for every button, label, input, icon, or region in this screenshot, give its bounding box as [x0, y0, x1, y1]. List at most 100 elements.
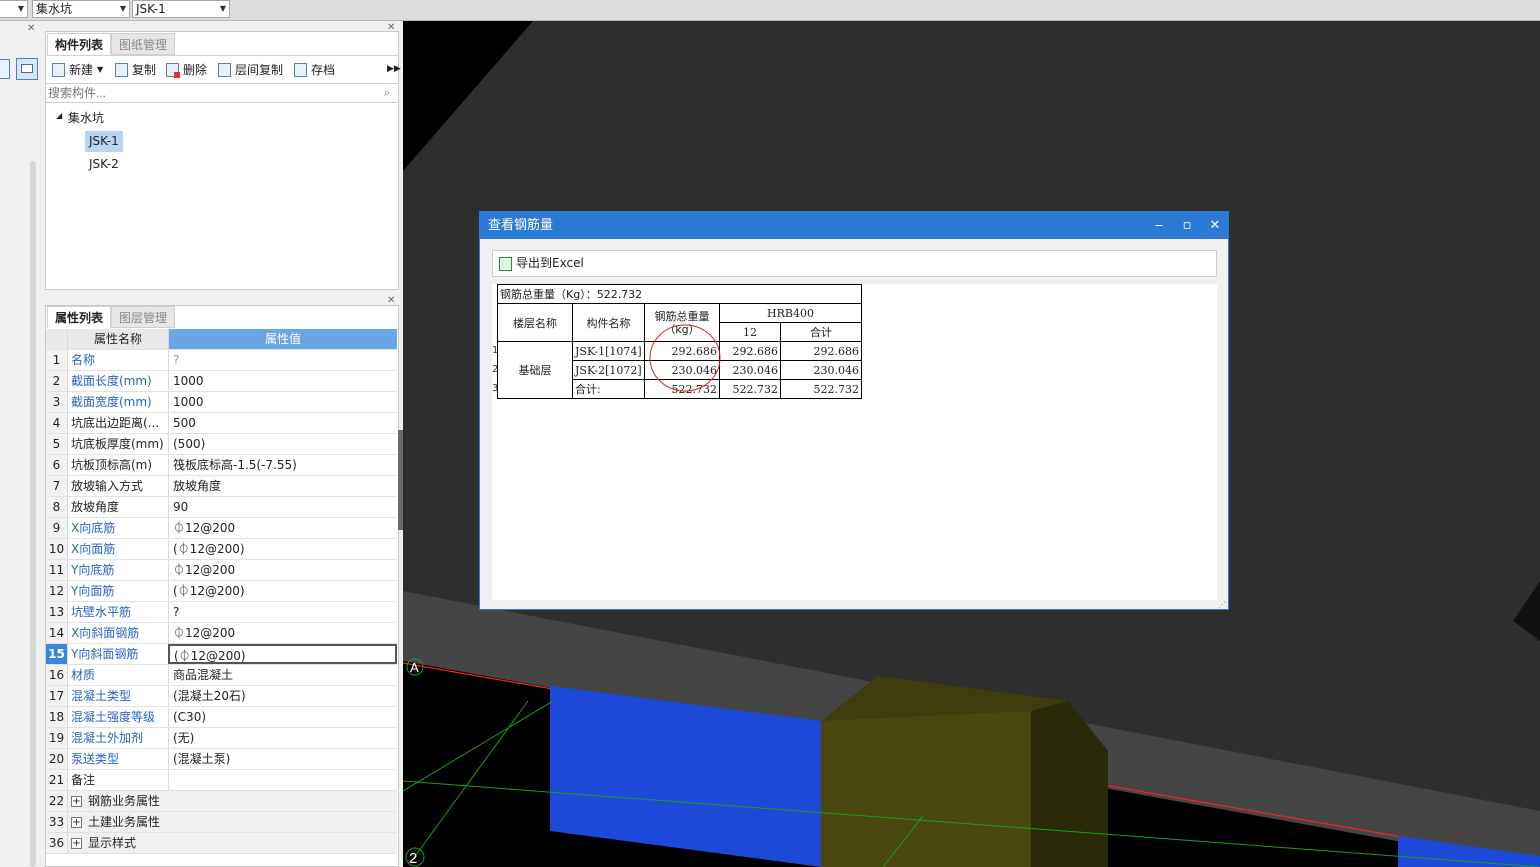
floor-copy-button[interactable]: 层间复制 — [218, 61, 283, 79]
expand-plus-icon[interactable]: + — [71, 817, 82, 828]
property-row[interactable]: 14 X向斜面钢筋 ⏀12@200 — [46, 623, 397, 644]
form-view-icon[interactable] — [16, 58, 38, 80]
new-button[interactable]: 新建 ▼ — [52, 61, 103, 79]
row-number: 16 — [46, 665, 68, 685]
row-number: 4 — [46, 413, 68, 433]
property-group-row[interactable]: 22 + 钢筋业务属性 — [46, 791, 397, 812]
d12-cell: 292.686 — [719, 341, 781, 361]
property-row[interactable]: 8 放坡角度 90 — [46, 497, 397, 518]
expand-icon[interactable]: ◢ — [56, 111, 62, 120]
property-value[interactable]: (C30) — [168, 707, 397, 727]
close-icon[interactable]: ✕ — [27, 23, 35, 34]
floor-combo[interactable]: ▼ — [0, 0, 28, 18]
property-value[interactable]: (⏀12@200) — [168, 539, 397, 559]
property-row[interactable]: 5 坑底板厚度(mm) (500) — [46, 434, 397, 455]
property-row[interactable]: 21 备注 — [46, 770, 397, 791]
component-cell: JSK-1[1074] — [572, 341, 645, 361]
property-group-row[interactable]: 36 + 显示样式 — [46, 833, 397, 854]
property-value[interactable]: 1000 — [168, 371, 397, 391]
tree-item-jsk-1[interactable]: JSK-1 — [85, 131, 123, 152]
tree-root[interactable]: 集水坑 — [68, 109, 104, 126]
row-number: 20 — [46, 749, 68, 769]
property-value[interactable]: 1000 — [168, 392, 397, 412]
component-combo[interactable]: JSK-1 ▼ — [132, 0, 230, 18]
property-value[interactable]: (混凝土泵) — [168, 749, 397, 769]
property-row[interactable]: 18 混凝土强度等级 (C30) — [46, 707, 397, 728]
property-value[interactable]: (混凝土20石) — [168, 686, 397, 706]
property-row[interactable]: 13 坑壁水平筋? — [46, 602, 397, 623]
list-view-icon[interactable] — [0, 59, 10, 79]
property-value[interactable]: (500) — [168, 434, 397, 454]
search-input[interactable] — [46, 84, 366, 102]
close-button[interactable]: ✕ — [1202, 212, 1228, 239]
row-number: 5 — [46, 434, 68, 454]
axis-label-a: A — [410, 660, 419, 675]
row-number: 1 — [46, 350, 68, 370]
property-value[interactable] — [168, 770, 397, 790]
property-row[interactable]: 16 材质 商品混凝土 — [46, 665, 397, 686]
archive-icon — [294, 63, 307, 77]
tree-item-jsk-2[interactable]: JSK-2 — [89, 157, 119, 171]
tab-property-list[interactable]: 属性列表 — [47, 306, 112, 328]
property-row[interactable]: 20 泵送类型 (混凝土泵) — [46, 749, 397, 770]
property-row[interactable]: 7 放坡输入方式 放坡角度 — [46, 476, 397, 497]
property-group-row[interactable]: 33 + 土建业务属性 — [46, 812, 397, 833]
property-value[interactable]: ? — [168, 350, 397, 370]
row-number: 10 — [46, 539, 68, 559]
property-value[interactable]: 商品混凝土 — [168, 665, 397, 685]
property-row[interactable]: 3 截面宽度(mm) 1000 — [46, 392, 397, 413]
property-value[interactable]: (⏀12@200) — [168, 644, 397, 664]
property-row[interactable]: 10 X向面筋 (⏀12@200) — [46, 539, 397, 560]
dialog-title: 查看钢筋量 — [480, 212, 1228, 239]
sum-cell: 292.686 — [780, 341, 862, 361]
splitter-handle[interactable] — [398, 430, 403, 530]
export-excel-button[interactable]: 导出到Excel — [492, 250, 1217, 277]
row-number: 36 — [46, 833, 68, 853]
tab-component-list[interactable]: 构件列表 — [47, 33, 112, 55]
property-row[interactable]: 12 Y向面筋 (⏀12@200) — [46, 581, 397, 602]
property-row[interactable]: 6 坑板顶标高(m) 筏板底标高-1.5(-7.55) — [46, 455, 397, 476]
close-icon[interactable]: ✕ — [387, 295, 395, 306]
property-row[interactable]: 15 Y向斜面钢筋 (⏀12@200) — [46, 644, 397, 665]
property-value[interactable]: (无) — [168, 728, 397, 748]
group-label: 钢筋业务属性 — [88, 794, 161, 808]
copy-button[interactable]: 复制 — [115, 61, 156, 79]
property-value[interactable]: 500 — [168, 413, 397, 433]
expand-plus-icon[interactable]: + — [71, 796, 82, 807]
property-row[interactable]: 1 名称? — [46, 350, 397, 371]
property-value[interactable]: ⏀12@200 — [168, 623, 397, 643]
chevron-down-icon: ▼ — [219, 4, 226, 13]
search-box[interactable]: ⌕ — [46, 83, 398, 103]
property-row[interactable]: 11 Y向底筋 ⏀12@200 — [46, 560, 397, 581]
more-icon[interactable]: ▶▶ — [387, 64, 401, 74]
floor-name-header: 楼层名称 — [497, 303, 573, 342]
expand-plus-icon[interactable]: + — [71, 838, 82, 849]
search-icon[interactable]: ⌕ — [384, 86, 390, 100]
property-row[interactable]: 9 X向底筋 ⏀12@200 — [46, 518, 397, 539]
scrollbar[interactable] — [30, 161, 36, 867]
type-combo[interactable]: 集水坑 ▼ — [32, 0, 130, 18]
property-row[interactable]: 4 坑底出边距离(... 500 — [46, 413, 397, 434]
maximize-button[interactable]: ▫ — [1174, 212, 1200, 239]
property-row[interactable]: 17 混凝土类型 (混凝土20石) — [46, 686, 397, 707]
tab-layer-management[interactable]: 图层管理 — [111, 306, 176, 328]
property-value[interactable]: ⏀12@200 — [168, 518, 397, 538]
resize-grip-icon[interactable]: ⋰ — [1218, 600, 1226, 609]
property-value[interactable]: ⏀12@200 — [168, 560, 397, 580]
row-number: 19 — [46, 728, 68, 748]
property-value[interactable]: 放坡角度 — [168, 476, 397, 496]
excel-icon — [499, 256, 512, 271]
property-row[interactable]: 19 混凝土外加剂 (无) — [46, 728, 397, 749]
property-row[interactable]: 2 截面长度(mm) 1000 — [46, 371, 397, 392]
delete-button[interactable]: 删除 — [166, 61, 207, 79]
archive-button[interactable]: 存档 — [294, 61, 335, 79]
floor-cell: 基础层 — [497, 341, 573, 399]
tab-drawing-management[interactable]: 图纸管理 — [111, 33, 176, 55]
property-value[interactable]: ? — [168, 602, 397, 622]
close-icon[interactable]: ✕ — [387, 22, 395, 33]
minimize-button[interactable]: ‒ — [1146, 212, 1172, 239]
row-number: 14 — [46, 623, 68, 643]
property-value[interactable]: 90 — [168, 497, 397, 517]
property-value[interactable]: 筏板底标高-1.5(-7.55) — [168, 455, 397, 475]
property-value[interactable]: (⏀12@200) — [168, 581, 397, 601]
